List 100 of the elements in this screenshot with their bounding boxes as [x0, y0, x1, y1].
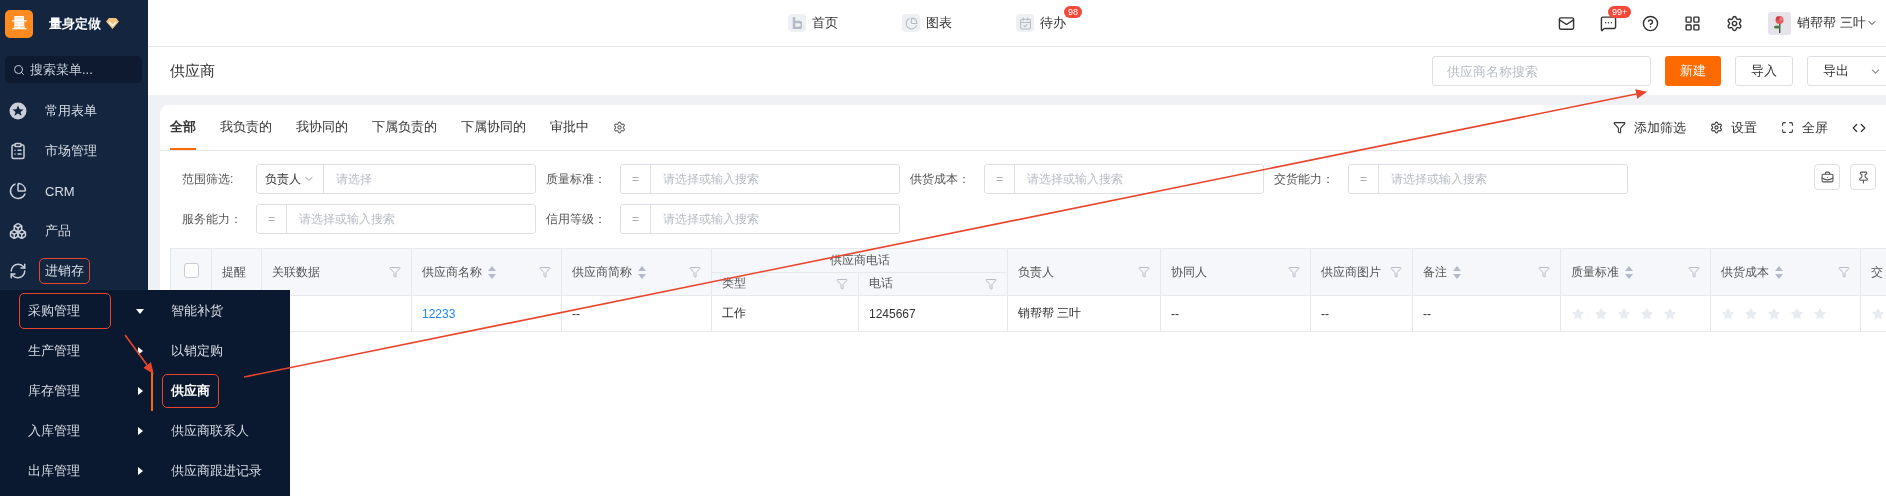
pie-chart-icon — [9, 182, 27, 200]
filter-icon[interactable] — [985, 277, 997, 290]
tab[interactable]: 全部 — [170, 105, 196, 150]
toolbar-link[interactable]: 设置 — [1710, 118, 1757, 137]
table-cell: -- — [561, 295, 712, 332]
apps-grid-icon[interactable] — [1684, 14, 1702, 32]
menu-item[interactable]: 库存管理 — [0, 371, 151, 411]
filter-icon[interactable] — [1538, 266, 1550, 278]
sidebar-item[interactable]: CRM — [0, 171, 148, 211]
menu-item[interactable]: 出库管理 — [0, 451, 151, 491]
nav-link[interactable]: 首页 — [788, 14, 838, 32]
column-header[interactable]: 供货成本 — [1710, 248, 1861, 296]
filter-input[interactable]: 请选择或输入搜索 — [287, 205, 535, 233]
filter-icon[interactable] — [689, 266, 701, 278]
settings-icon — [1710, 121, 1723, 134]
table-cell: 销帮帮 三叶 — [1007, 295, 1161, 332]
tab[interactable]: 下属负责的 — [372, 105, 437, 150]
sidebar-item[interactable]: 产品 — [0, 211, 148, 251]
boxes-icon — [9, 222, 27, 240]
briefcase-icon — [1820, 170, 1834, 184]
table-cell: 1245667 — [858, 295, 1008, 332]
filter-label: 信用等级： — [546, 210, 607, 228]
toolbar-link[interactable]: 全屏 — [1781, 118, 1828, 137]
filter-input[interactable]: 请选择或输入搜索 — [651, 205, 899, 233]
column-header[interactable]: 关联数据 — [261, 248, 412, 296]
tab[interactable]: 我负责的 — [220, 105, 272, 150]
column-header[interactable]: 质量标准 — [1560, 248, 1711, 296]
table-cell: -- — [1160, 295, 1311, 332]
nav-link[interactable]: 图表 — [902, 14, 952, 32]
caret-icon — [135, 306, 145, 316]
toolbar-button[interactable] — [1814, 164, 1840, 190]
caret-icon — [135, 346, 145, 356]
column-header[interactable]: 供应商图片 — [1310, 248, 1413, 296]
chat-icon[interactable] — [1600, 14, 1618, 32]
search-field[interactable]: 供应商名称搜索 — [1432, 56, 1651, 86]
user-menu[interactable]: 销帮帮 三叶 — [1797, 14, 1878, 32]
sort-icon — [1625, 265, 1633, 279]
brand-name: 量身定做 — [49, 14, 101, 33]
filter-label: 交货能力： — [1274, 170, 1335, 188]
column-header[interactable]: 供应商名称 — [411, 248, 562, 296]
clipboard-icon — [9, 142, 27, 160]
menu-search-field[interactable]: 搜索菜单... — [5, 56, 142, 83]
menu-item[interactable]: 入库管理 — [0, 411, 151, 451]
column-header[interactable]: 负责人 — [1007, 248, 1161, 296]
column-header[interactable]: 电话 — [858, 272, 1008, 296]
column-header[interactable]: 协同人 — [1160, 248, 1311, 296]
filter-label: 质量标准： — [546, 170, 607, 188]
checkbox[interactable] — [183, 263, 199, 278]
filter-icon[interactable] — [836, 277, 848, 290]
pin-icon — [1856, 170, 1870, 184]
mail-icon[interactable] — [1558, 14, 1576, 32]
submenu-item[interactable]: 以销定购 — [151, 331, 290, 371]
calendar-icon — [1016, 14, 1034, 32]
field-select[interactable]: 负责人 — [257, 165, 324, 193]
filter-icon[interactable] — [539, 266, 551, 278]
toolbar-button[interactable] — [1850, 164, 1876, 190]
submenu-item[interactable]: 供应商 — [151, 371, 290, 411]
nav-link[interactable]: 待办 — [1016, 14, 1066, 32]
settings-icon[interactable] — [1726, 14, 1744, 32]
submenu-item[interactable]: 供应商跟进记录 — [151, 451, 290, 491]
help-icon[interactable] — [1642, 14, 1660, 32]
pie-chart-icon — [902, 14, 920, 32]
filter-field[interactable]: 负责人 请选择 — [256, 164, 536, 194]
sort-icon — [1775, 265, 1783, 279]
filter-input[interactable]: 请选择或输入搜索 — [651, 165, 899, 193]
menu-item[interactable]: 采购管理 — [0, 291, 151, 331]
column-header[interactable]: 供应商简称 — [561, 248, 712, 296]
filter-input[interactable]: 请选择或输入搜索 — [1379, 165, 1627, 193]
filter-icon[interactable] — [389, 266, 401, 278]
action-button[interactable]: 导入 — [1735, 56, 1793, 86]
menu-item[interactable]: 生产管理 — [0, 331, 151, 371]
filter-icon[interactable] — [1288, 266, 1300, 278]
tab[interactable]: 审批中 — [550, 105, 589, 150]
count-badge: 98 — [1064, 6, 1082, 18]
sidebar-item[interactable]: 市场管理 — [0, 131, 148, 171]
logo: 量 — [5, 9, 33, 38]
column-header[interactable]: 交 — [1860, 248, 1886, 296]
sidebar-item[interactable]: 进销存 — [0, 251, 148, 291]
sort-icon — [1453, 265, 1461, 279]
table-cell: -- — [1412, 295, 1561, 332]
tab[interactable]: 下属协同的 — [461, 105, 526, 150]
toolbar-link[interactable]: 添加筛选 — [1613, 118, 1686, 137]
page-title: 供应商 — [170, 61, 215, 81]
filter-input[interactable]: 请选择 — [324, 165, 535, 193]
column-header[interactable]: 备注 — [1412, 248, 1561, 296]
caret-icon — [135, 466, 145, 476]
filter-icon[interactable] — [1838, 266, 1850, 278]
filter-icon[interactable] — [1138, 266, 1150, 278]
table-link[interactable]: 12233 — [422, 306, 456, 321]
tab[interactable]: 我协同的 — [296, 105, 348, 150]
filter-icon[interactable] — [1390, 266, 1402, 278]
sidebar-item[interactable]: 常用表单 — [0, 91, 148, 131]
submenu-item[interactable]: 供应商联系人 — [151, 411, 290, 451]
table-cell: -- — [1310, 295, 1413, 332]
filter-input[interactable]: 请选择或输入搜索 — [1015, 165, 1263, 193]
filter-label: 服务能力： — [182, 210, 243, 228]
filter-icon[interactable] — [1688, 266, 1700, 278]
filter-label: 供货成本： — [910, 170, 971, 188]
dropdown-button[interactable]: 导出 — [1807, 56, 1886, 86]
count-badge: 99+ — [1608, 5, 1632, 18]
